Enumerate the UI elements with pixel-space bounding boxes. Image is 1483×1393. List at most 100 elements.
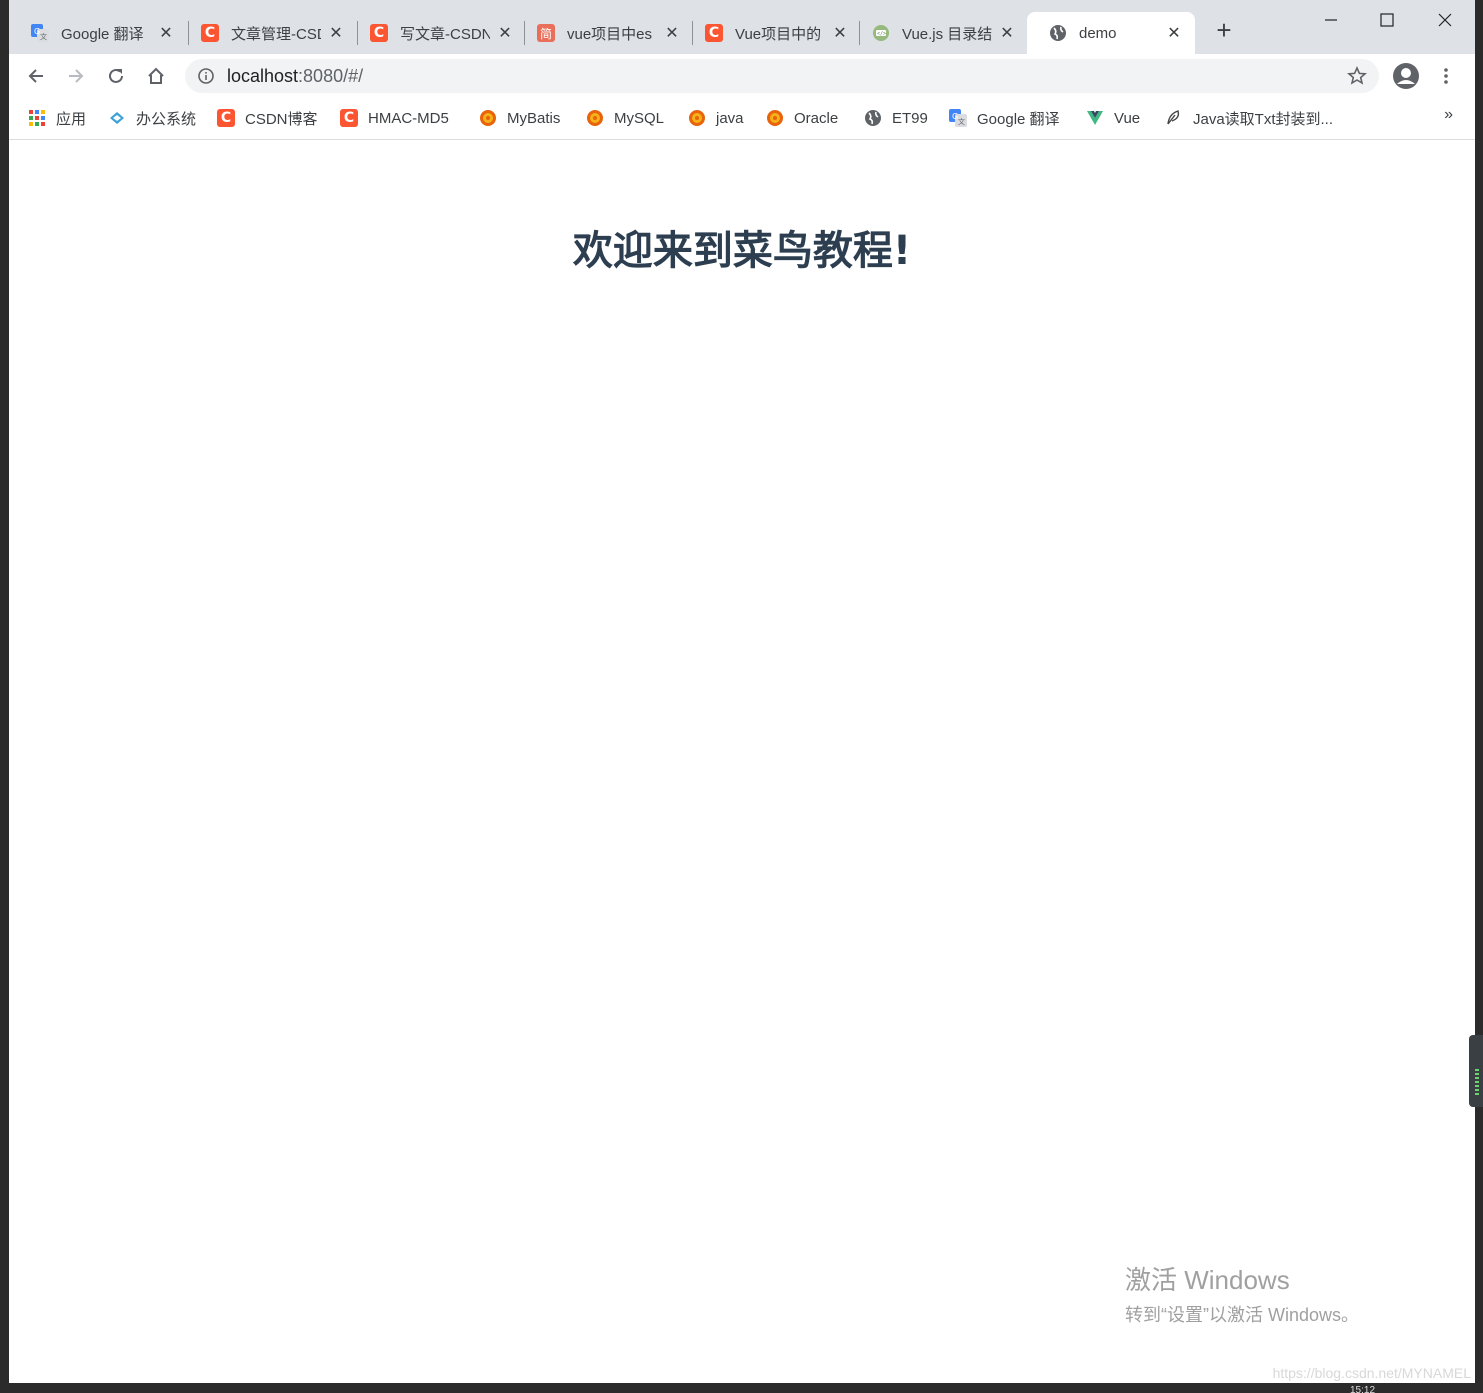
bookmark-mybatis[interactable]: MyBatis: [479, 107, 560, 129]
bookmark-label: 应用: [56, 110, 87, 128]
globe-icon: [1049, 24, 1067, 42]
tab-title: Vue.js 目录结: [902, 25, 992, 43]
feather-icon: [1165, 109, 1183, 127]
bookmark-label: Vue: [1114, 109, 1141, 127]
home-button[interactable]: [142, 62, 170, 90]
runoob-icon: </>: [872, 24, 890, 42]
tab-demo[interactable]: demo ✕: [1027, 12, 1195, 54]
bookmark-mysql[interactable]: MySQL: [586, 107, 664, 129]
tab-title: 写文章-CSDN: [400, 25, 490, 43]
close-icon: [1438, 13, 1452, 27]
close-icon[interactable]: ✕: [496, 23, 514, 43]
bookmark-label: MySQL: [614, 109, 665, 127]
bookmark-oracle[interactable]: Oracle: [766, 107, 838, 129]
flower-icon: [688, 109, 706, 127]
avatar-icon: [1393, 63, 1419, 89]
forward-button[interactable]: [62, 62, 90, 90]
apps-grid-icon: [28, 109, 46, 127]
csdn-icon: C: [705, 24, 723, 42]
back-button[interactable]: [22, 62, 50, 90]
bookmark-google-translate[interactable]: G文 Google 翻译: [949, 107, 1060, 129]
svg-text:</>: </>: [877, 31, 886, 37]
tab-title: demo: [1079, 24, 1117, 42]
new-tab-button[interactable]: +: [1212, 17, 1236, 43]
bookmark-apps[interactable]: 应用: [28, 107, 86, 129]
svg-text:文: 文: [40, 32, 47, 41]
flower-icon: [586, 109, 604, 127]
taskbar-clock: 15:12: [1350, 1385, 1376, 1393]
url-host: localhost: [227, 66, 299, 86]
menu-button[interactable]: [1432, 62, 1460, 90]
tab-strip: G文 Google 翻译 ✕ C 文章管理-CSDN ✕ C 写文章-CSDN …: [9, 0, 1475, 54]
close-icon[interactable]: ✕: [831, 23, 849, 43]
bookmark-label: java: [716, 109, 744, 127]
page-heading: 欢迎来到菜鸟教程!: [572, 228, 912, 274]
info-icon[interactable]: [197, 67, 215, 85]
watermark-title: 激活 Windows: [1125, 1265, 1290, 1295]
bookmark-vue[interactable]: Vue: [1086, 107, 1140, 129]
bookmark-label: CSDN博客: [245, 110, 318, 128]
google-translate-icon: G文: [949, 109, 967, 127]
bookmark-label: Oracle: [794, 109, 839, 127]
minimize-icon: [1325, 19, 1337, 21]
tab-write-article[interactable]: C 写文章-CSDN ✕: [348, 12, 526, 54]
reload-icon: [109, 68, 123, 83]
bookmark-hmac-md5[interactable]: C HMAC-MD5: [340, 107, 449, 129]
minimize-button[interactable]: [1307, 6, 1355, 34]
page-content: 欢迎来到菜鸟教程! 激活 Windows 转到“设置”以激活 Windows。 …: [9, 140, 1475, 1383]
tab-title: Google 翻译: [61, 25, 144, 43]
tab-title: Vue项目中的: [735, 25, 822, 43]
close-icon[interactable]: ✕: [327, 23, 345, 43]
close-icon[interactable]: ✕: [663, 23, 681, 43]
jianshu-icon: 简: [537, 24, 555, 42]
flower-icon: [479, 109, 497, 127]
reload-button[interactable]: [102, 62, 130, 90]
url-text[interactable]: localhost:8080/#/: [227, 66, 363, 87]
globe-icon: [864, 109, 882, 127]
site-watermark: https://blog.csdn.net/MYNAMEL: [1272, 1365, 1471, 1381]
more-vertical-icon: [1444, 68, 1448, 84]
close-icon[interactable]: ✕: [998, 23, 1016, 43]
bookmarks-overflow-button[interactable]: »: [1444, 106, 1453, 124]
side-panel-handle[interactable]: [1469, 1035, 1483, 1107]
arrow-left-icon: [28, 69, 43, 83]
tab-vue-es[interactable]: 简 vue项目中es ✕: [515, 12, 693, 54]
bookmark-et99[interactable]: ET99: [864, 107, 928, 129]
close-icon[interactable]: ✕: [157, 23, 175, 43]
bookmark-label: Google 翻译: [977, 110, 1060, 128]
svg-text:文: 文: [958, 117, 965, 126]
tab-google-translate[interactable]: G文 Google 翻译 ✕: [9, 12, 187, 54]
office-icon: [108, 109, 126, 127]
tab-article-manage[interactable]: C 文章管理-CSDN ✕: [179, 12, 357, 54]
tab-vue-project[interactable]: C Vue项目中的 ✕: [683, 12, 861, 54]
windows-activation-watermark: 激活 Windows 转到“设置”以激活 Windows。: [1125, 1260, 1359, 1327]
csdn-icon: C: [217, 109, 235, 127]
profile-button[interactable]: [1392, 62, 1420, 90]
bookmark-csdn-blog[interactable]: C CSDN博客: [217, 107, 318, 129]
bookmark-java[interactable]: java: [688, 107, 744, 129]
browser-window: G文 Google 翻译 ✕ C 文章管理-CSDN ✕ C 写文章-CSDN …: [9, 0, 1475, 1383]
tab-title: 文章管理-CSDN: [231, 25, 321, 43]
watermark-subtitle: 转到“设置”以激活 Windows。: [1125, 1305, 1360, 1325]
csdn-icon: C: [201, 24, 219, 42]
bookmark-label: 办公系统: [136, 110, 197, 128]
bookmark-label: Java读取Txt封装到...: [1193, 110, 1334, 128]
bookmark-office[interactable]: 办公系统: [108, 107, 196, 129]
star-icon[interactable]: [1347, 66, 1367, 86]
vue-logo-icon: [1086, 109, 1104, 127]
url-path: :8080/#/: [298, 66, 364, 86]
maximize-icon: [1380, 13, 1394, 27]
flower-icon: [766, 109, 784, 127]
bookmark-label: MyBatis: [507, 109, 561, 127]
bookmark-java-txt[interactable]: Java读取Txt封装到...: [1165, 107, 1333, 129]
close-icon[interactable]: ✕: [1165, 23, 1183, 43]
maximize-button[interactable]: [1363, 6, 1411, 34]
csdn-icon: C: [370, 24, 388, 42]
address-bar[interactable]: localhost:8080/#/: [185, 59, 1379, 93]
bookmarks-bar: 应用 办公系统 C CSDN博客 C HMAC-MD5 MyBatis MySQ…: [9, 98, 1475, 140]
close-window-button[interactable]: [1421, 6, 1469, 34]
browser-toolbar: localhost:8080/#/: [9, 54, 1475, 98]
tab-vuejs-dir[interactable]: </> Vue.js 目录结 ✕: [850, 12, 1028, 54]
bookmark-label: HMAC-MD5: [368, 109, 449, 127]
bookmark-label: ET99: [892, 109, 928, 127]
